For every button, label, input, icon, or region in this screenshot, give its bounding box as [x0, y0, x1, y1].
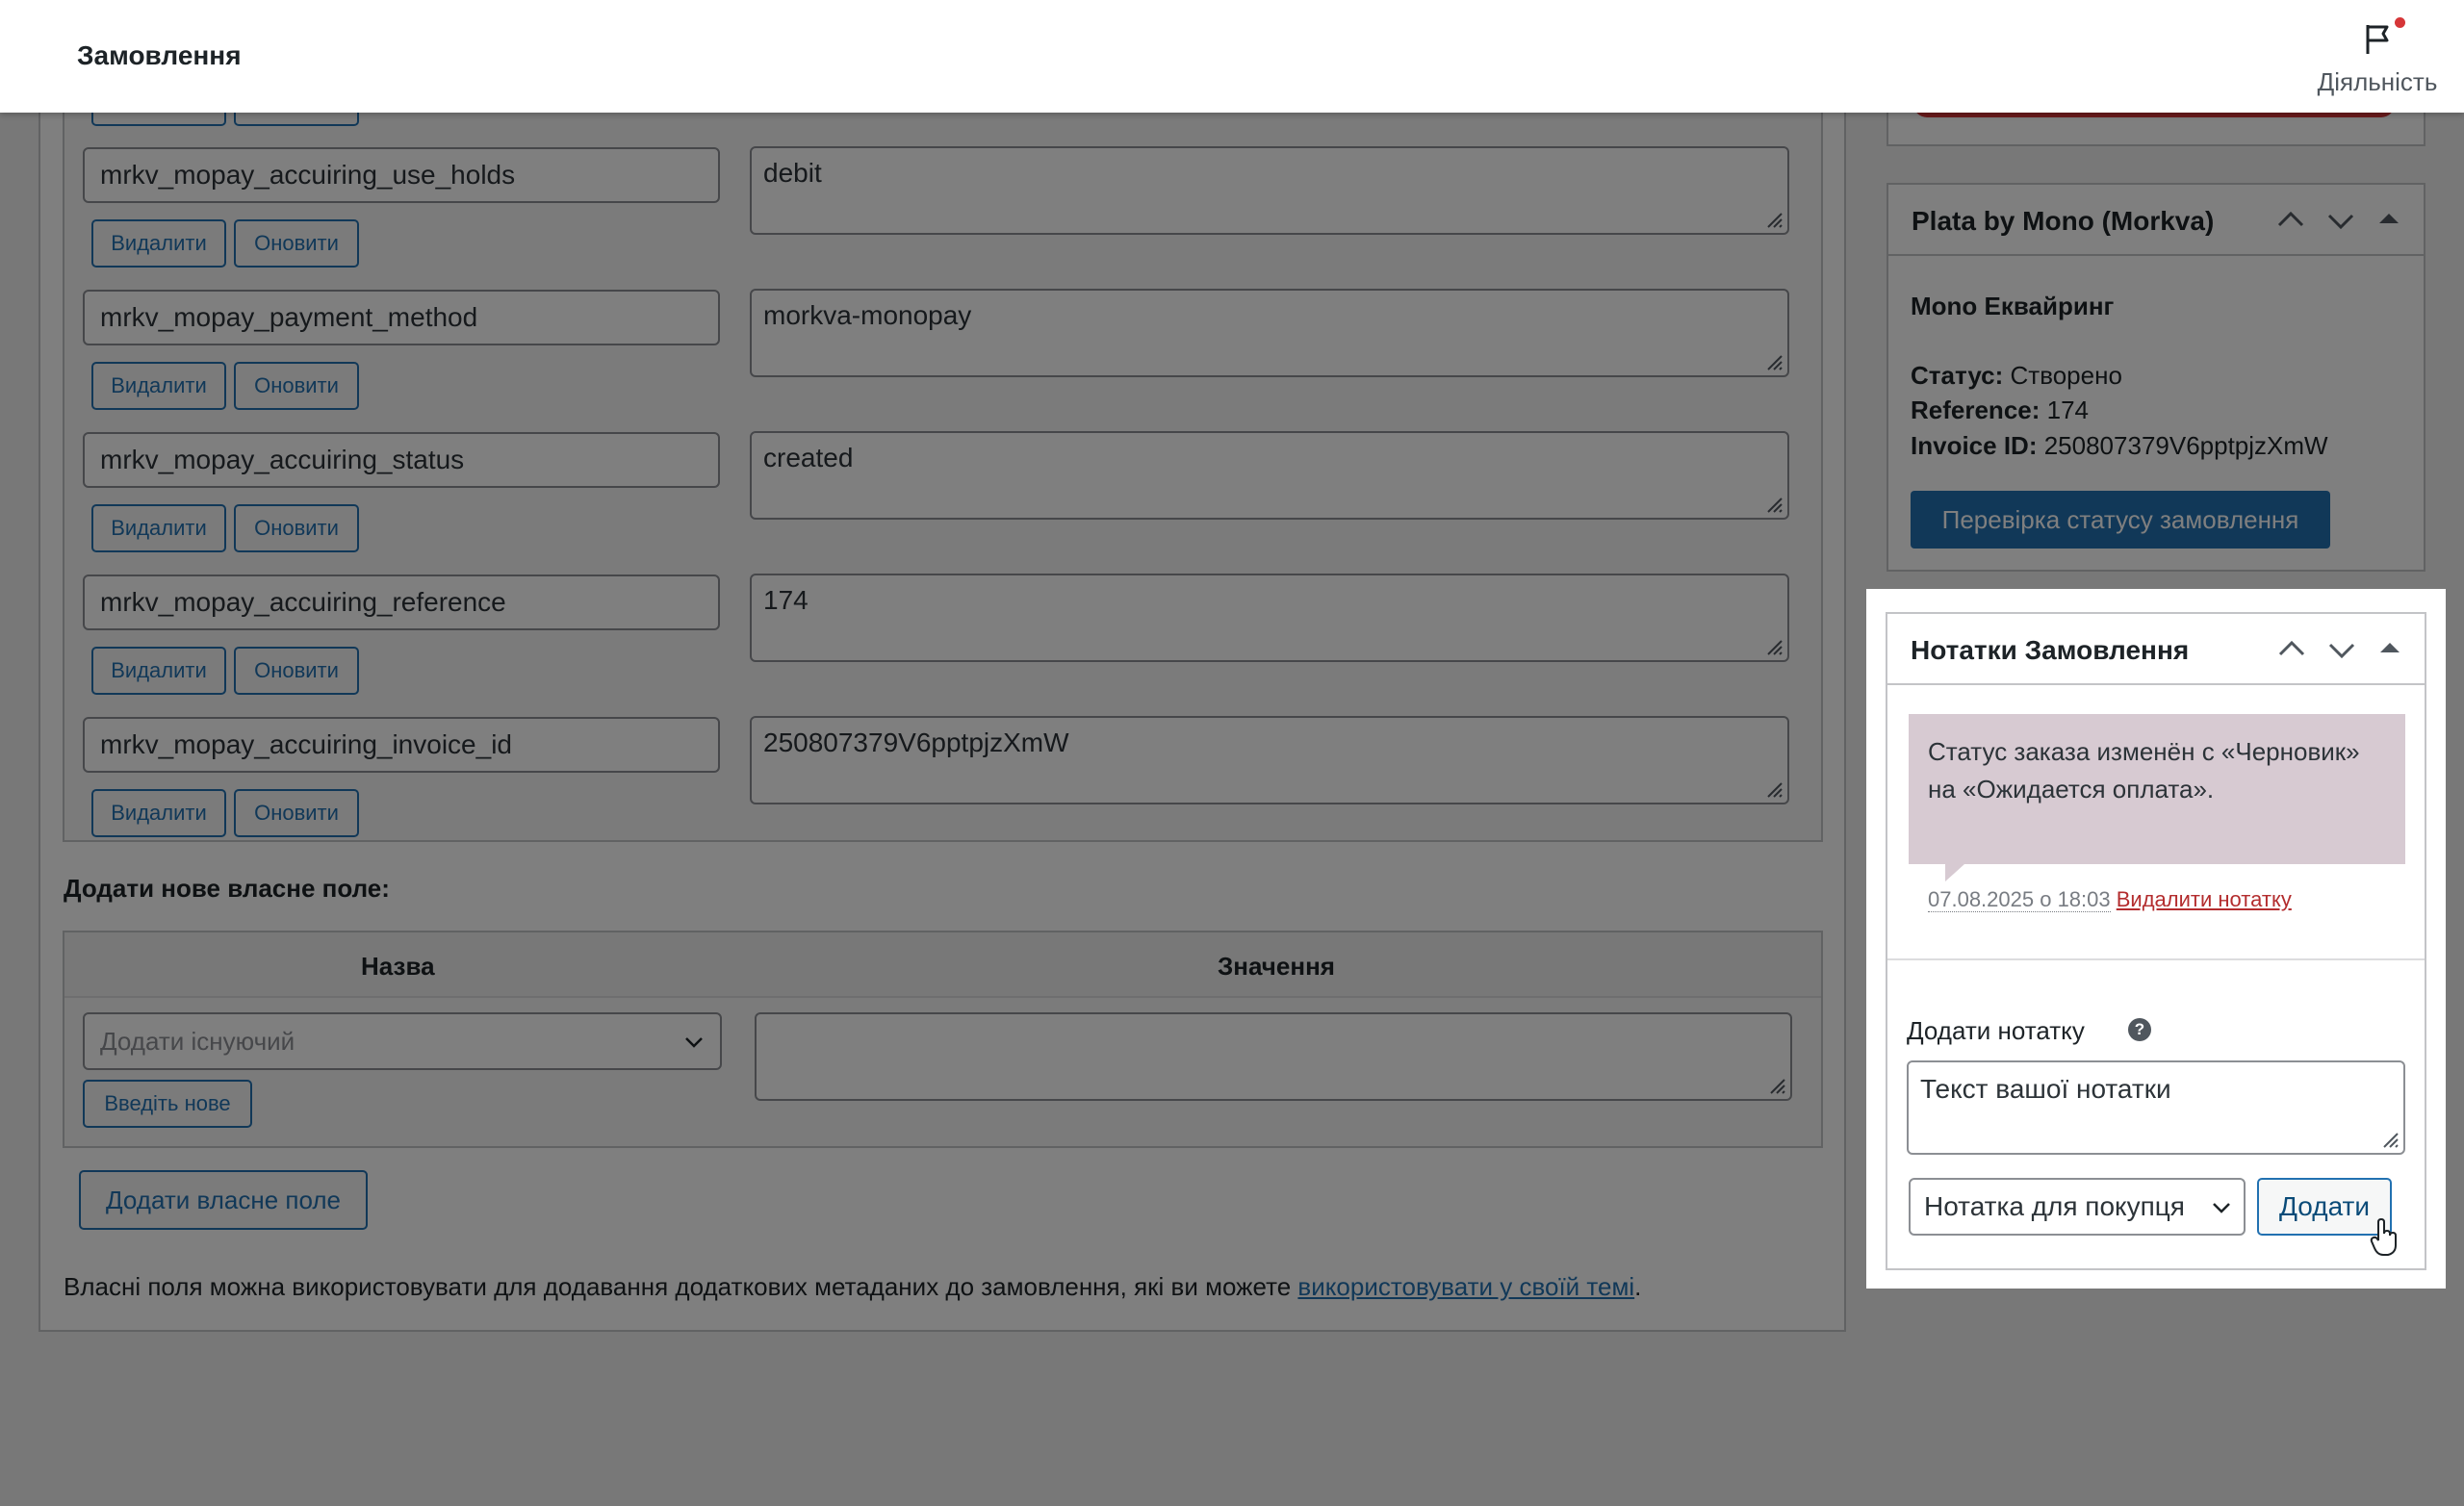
reference-value: 174 — [2046, 396, 2090, 424]
field-key-input[interactable]: mrkv_mopay_payment_method — [83, 290, 720, 345]
activity-label: Діяльність — [2317, 67, 2438, 96]
help-text-end: . — [1634, 1272, 1642, 1301]
move-down-icon — [2327, 214, 2354, 230]
note-tail — [1945, 864, 1964, 881]
add-new-field-title: Додати нове власне поле: — [64, 874, 390, 903]
check-order-status-button[interactable]: Перевірка статусу замовлення — [1911, 491, 2330, 549]
add-custom-field-button[interactable]: Додати власне поле — [79, 1170, 368, 1230]
field-value-textarea[interactable]: 250807379V6pptpjzXmW — [750, 716, 1789, 804]
existing-key-placeholder: Додати існуючий — [100, 1027, 295, 1056]
divider — [1887, 958, 2425, 960]
update-button[interactable]: Оновити — [234, 789, 359, 837]
move-up-icon — [2277, 211, 2304, 227]
theme-usage-link[interactable]: використовувати у своїй темі — [1297, 1272, 1634, 1301]
note-content: Статус заказа изменён с «Черновик» на «О… — [1909, 714, 2405, 864]
collapse-icon — [2379, 214, 2399, 223]
note-textarea[interactable]: Текст вашої нотатки — [1907, 1060, 2405, 1155]
resize-handle-icon[interactable] — [1765, 1074, 1786, 1095]
help-icon[interactable]: ? — [2128, 1018, 2151, 1041]
resize-handle-icon[interactable] — [1762, 350, 1784, 371]
field-key-input[interactable]: mrkv_mopay_accuiring_status — [83, 432, 720, 488]
column-header-name: Назва — [361, 952, 435, 981]
field-key-input[interactable]: mrkv_mopay_accuiring_invoice_id — [83, 717, 720, 773]
status-value: Створено — [2010, 361, 2122, 390]
invoice-line: Invoice ID: 250807379V6pptpjzXmW — [1911, 431, 2328, 461]
move-up-icon — [2278, 640, 2305, 656]
order-notes-title: Нотатки Замовлення — [1911, 635, 2190, 665]
resize-handle-icon[interactable] — [2378, 1128, 2400, 1149]
help-text-body: Власні поля можна використовувати для до… — [64, 1272, 1298, 1301]
field-value-text: 174 — [763, 585, 808, 615]
field-value-textarea[interactable]: morkva-monopay — [750, 289, 1789, 377]
plata-mono-box-header: Plata by Mono (Morkva) — [1888, 185, 2424, 256]
existing-key-select[interactable]: Додати існуючий — [83, 1012, 722, 1070]
order-notes-box: Нотатки Замовлення Статус заказа изменён… — [1886, 612, 2426, 1270]
chevron-down-icon — [685, 1037, 703, 1048]
delete-button[interactable]: Видалити — [91, 647, 226, 695]
invoice-label: Invoice ID: — [1911, 431, 2038, 460]
update-button[interactable]: Оновити — [234, 219, 359, 268]
update-button[interactable]: Оновити — [234, 362, 359, 410]
resize-handle-icon[interactable] — [1762, 635, 1784, 656]
field-value-textarea[interactable]: 174 — [750, 574, 1789, 662]
delete-note-link[interactable]: Видалити нотатку — [2117, 887, 2292, 911]
reference-label: Reference: — [1911, 396, 2040, 424]
delete-button[interactable]: Видалити — [91, 504, 226, 552]
move-down-icon — [2328, 643, 2355, 659]
note-textarea-text: Текст вашої нотатки — [1920, 1074, 2171, 1104]
note-meta: 07.08.2025 о 18:03 Видалити нотатку — [1928, 887, 2292, 912]
custom-fields-help-text: Власні поля можна використовувати для до… — [64, 1272, 1641, 1302]
add-note-label: Додати нотатку — [1907, 1016, 2085, 1045]
plata-mono-box-title: Plata by Mono (Morkva) — [1912, 206, 2215, 236]
field-key-input[interactable]: mrkv_mopay_accuiring_use_holds — [83, 147, 720, 203]
new-field-value-textarea[interactable] — [755, 1012, 1792, 1101]
note-type-select[interactable]: Нотатка для покупця — [1909, 1178, 2246, 1236]
note-date: 07.08.2025 о 18:03 — [1928, 887, 2111, 912]
field-value-text: created — [763, 443, 854, 472]
column-header-value: Значення — [1218, 952, 1335, 981]
invoice-value: 250807379V6pptpjzXmW — [2043, 431, 2328, 460]
field-value-textarea[interactable]: debit — [750, 146, 1789, 235]
chevron-down-icon — [2213, 1203, 2230, 1213]
reference-line: Reference: 174 — [1911, 396, 2089, 425]
field-value-text: debit — [763, 158, 822, 188]
update-button[interactable]: Оновити — [234, 647, 359, 695]
delete-button[interactable]: Видалити — [91, 362, 226, 410]
box-controls — [2278, 640, 2400, 659]
enter-new-button[interactable]: Введіть нове — [83, 1080, 252, 1128]
field-value-text: 250807379V6pptpjzXmW — [763, 727, 1069, 757]
page: Замовлення Діяльність mrkv_mopay_accuiri… — [0, 0, 2464, 1506]
flag-icon — [2366, 25, 2389, 54]
field-value-text: morkva-monopay — [763, 300, 972, 330]
status-line: Статус: Створено — [1911, 361, 2122, 391]
resize-handle-icon[interactable] — [1762, 493, 1784, 514]
note-type-value: Нотатка для покупця — [1924, 1191, 2185, 1221]
mono-acquiring-subtitle: Mono Еквайринг — [1911, 292, 2115, 320]
update-button-partial[interactable] — [234, 113, 359, 126]
notification-dot — [2395, 17, 2405, 28]
page-title: Замовлення — [77, 40, 242, 70]
activity-button[interactable]: Діяльність — [2310, 17, 2445, 97]
field-value-textarea[interactable]: created — [750, 431, 1789, 520]
delete-button[interactable]: Видалити — [91, 789, 226, 837]
delete-button[interactable]: Видалити — [91, 219, 226, 268]
order-notes-highlight: Нотатки Замовлення Статус заказа изменён… — [1866, 589, 2446, 1289]
new-field-table: Назва Значення Додати існуючий Введіть н… — [63, 931, 1823, 1148]
field-key-input[interactable]: mrkv_mopay_accuiring_reference — [83, 574, 720, 630]
collapse-icon — [2380, 643, 2400, 652]
delete-button-partial[interactable] — [91, 113, 226, 126]
new-field-header: Назва Значення — [64, 932, 1821, 998]
resize-handle-icon[interactable] — [1762, 778, 1784, 799]
hand-cursor-icon — [2370, 1218, 2397, 1256]
update-button[interactable]: Оновити — [234, 504, 359, 552]
top-bar: Замовлення Діяльність — [0, 0, 2464, 113]
resize-handle-icon[interactable] — [1762, 208, 1784, 229]
box-controls — [2277, 211, 2399, 230]
status-label: Статус: — [1911, 361, 2004, 390]
order-notes-header: Нотатки Замовлення — [1887, 614, 2425, 685]
